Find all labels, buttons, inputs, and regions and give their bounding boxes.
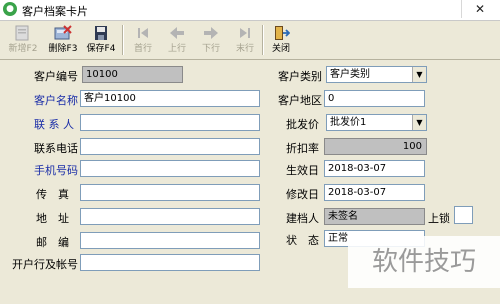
last-row-label: 末行 bbox=[235, 44, 254, 54]
delete-button-label: 删除F3 bbox=[48, 44, 78, 54]
first-row-button[interactable]: 首行 bbox=[126, 23, 160, 57]
chevron-down-icon[interactable]: ▼ bbox=[412, 115, 426, 130]
first-row-label: 首行 bbox=[133, 44, 152, 54]
new-button-label: 新增F2 bbox=[8, 44, 38, 54]
contact-label: 联 系 人 bbox=[34, 118, 74, 131]
contact-field[interactable] bbox=[80, 114, 260, 131]
customer-type-select[interactable]: 客户类别 ▼ bbox=[326, 66, 427, 83]
effective-date-label: 生效日 bbox=[286, 164, 319, 177]
lock-checkbox[interactable] bbox=[454, 206, 473, 224]
address-label: 地 址 bbox=[36, 212, 69, 225]
status-label: 状 态 bbox=[286, 234, 319, 247]
toolbar: 新增F2 删除F3 保存F4 首行 上行 下行 末行 关闭 bbox=[0, 21, 500, 60]
wholesale-price-label: 批发价 bbox=[286, 118, 319, 131]
next-row-button[interactable]: 下行 bbox=[194, 23, 228, 57]
wholesale-price-value: 批发价1 bbox=[330, 117, 367, 128]
bank-account-label: 开户行及帐号 bbox=[12, 258, 78, 271]
customer-code-label: 客户编号 bbox=[34, 70, 78, 83]
new-record-icon bbox=[15, 25, 29, 41]
customer-type-value: 客户类别 bbox=[330, 69, 370, 80]
creator-field: 未签名 bbox=[324, 208, 425, 225]
fax-field[interactable] bbox=[80, 184, 260, 201]
chevron-down-icon[interactable]: ▼ bbox=[412, 67, 426, 82]
address-field[interactable] bbox=[80, 208, 260, 225]
phone-label: 联系电话 bbox=[34, 142, 78, 155]
postcode-field[interactable] bbox=[80, 232, 260, 249]
app-icon: ● bbox=[3, 2, 17, 16]
phone-field[interactable] bbox=[80, 138, 260, 155]
previous-row-label: 上行 bbox=[167, 44, 186, 54]
last-row-button[interactable]: 末行 bbox=[228, 23, 262, 57]
first-row-icon bbox=[138, 28, 148, 38]
modified-date-label: 修改日 bbox=[286, 188, 319, 201]
watermark: 软件技巧 bbox=[348, 236, 500, 288]
wholesale-price-select[interactable]: 批发价1 ▼ bbox=[326, 114, 427, 131]
customer-code-field: 10100 bbox=[82, 66, 183, 83]
lock-label: 上锁 bbox=[428, 212, 450, 225]
exit-door-icon bbox=[275, 26, 290, 40]
mobile-label: 手机号码 bbox=[34, 164, 78, 177]
fax-label: 传 真 bbox=[36, 188, 69, 201]
customer-name-label: 客户名称 bbox=[34, 94, 78, 107]
customer-region-label: 客户地区 bbox=[278, 94, 322, 107]
effective-date-field[interactable]: 2018-03-07 bbox=[324, 160, 425, 177]
delete-button[interactable]: 删除F3 bbox=[46, 23, 80, 57]
save-button[interactable]: 保存F4 bbox=[84, 23, 118, 57]
save-button-label: 保存F4 bbox=[86, 44, 116, 54]
window-close-button[interactable]: ✕ bbox=[461, 0, 498, 18]
delete-icon bbox=[54, 25, 72, 40]
window-title: 客户档案卡片 bbox=[22, 5, 88, 18]
arrow-left-icon bbox=[170, 27, 184, 39]
close-button[interactable]: 关闭 bbox=[264, 23, 298, 57]
customer-name-field[interactable]: 客户10100 bbox=[80, 90, 260, 107]
new-button[interactable]: 新增F2 bbox=[6, 23, 40, 57]
previous-row-button[interactable]: 上行 bbox=[160, 23, 194, 57]
next-row-label: 下行 bbox=[201, 44, 220, 54]
discount-label: 折扣率 bbox=[286, 142, 319, 155]
creator-label: 建档人 bbox=[286, 212, 319, 225]
arrow-right-icon bbox=[204, 27, 218, 39]
toolbar-separator bbox=[122, 25, 124, 55]
discount-field: 100 bbox=[324, 138, 427, 155]
customer-region-field[interactable]: 0 bbox=[324, 90, 425, 107]
save-icon bbox=[95, 26, 107, 40]
mobile-field[interactable] bbox=[80, 160, 260, 177]
close-button-label: 关闭 bbox=[271, 44, 290, 54]
last-row-icon bbox=[240, 28, 250, 38]
postcode-label: 邮 编 bbox=[36, 236, 69, 249]
modified-date-field[interactable]: 2018-03-07 bbox=[324, 184, 425, 201]
title-bar: ● 客户档案卡片 ✕ bbox=[0, 0, 500, 21]
bank-account-field[interactable] bbox=[80, 254, 260, 271]
customer-type-label: 客户类别 bbox=[278, 70, 322, 83]
